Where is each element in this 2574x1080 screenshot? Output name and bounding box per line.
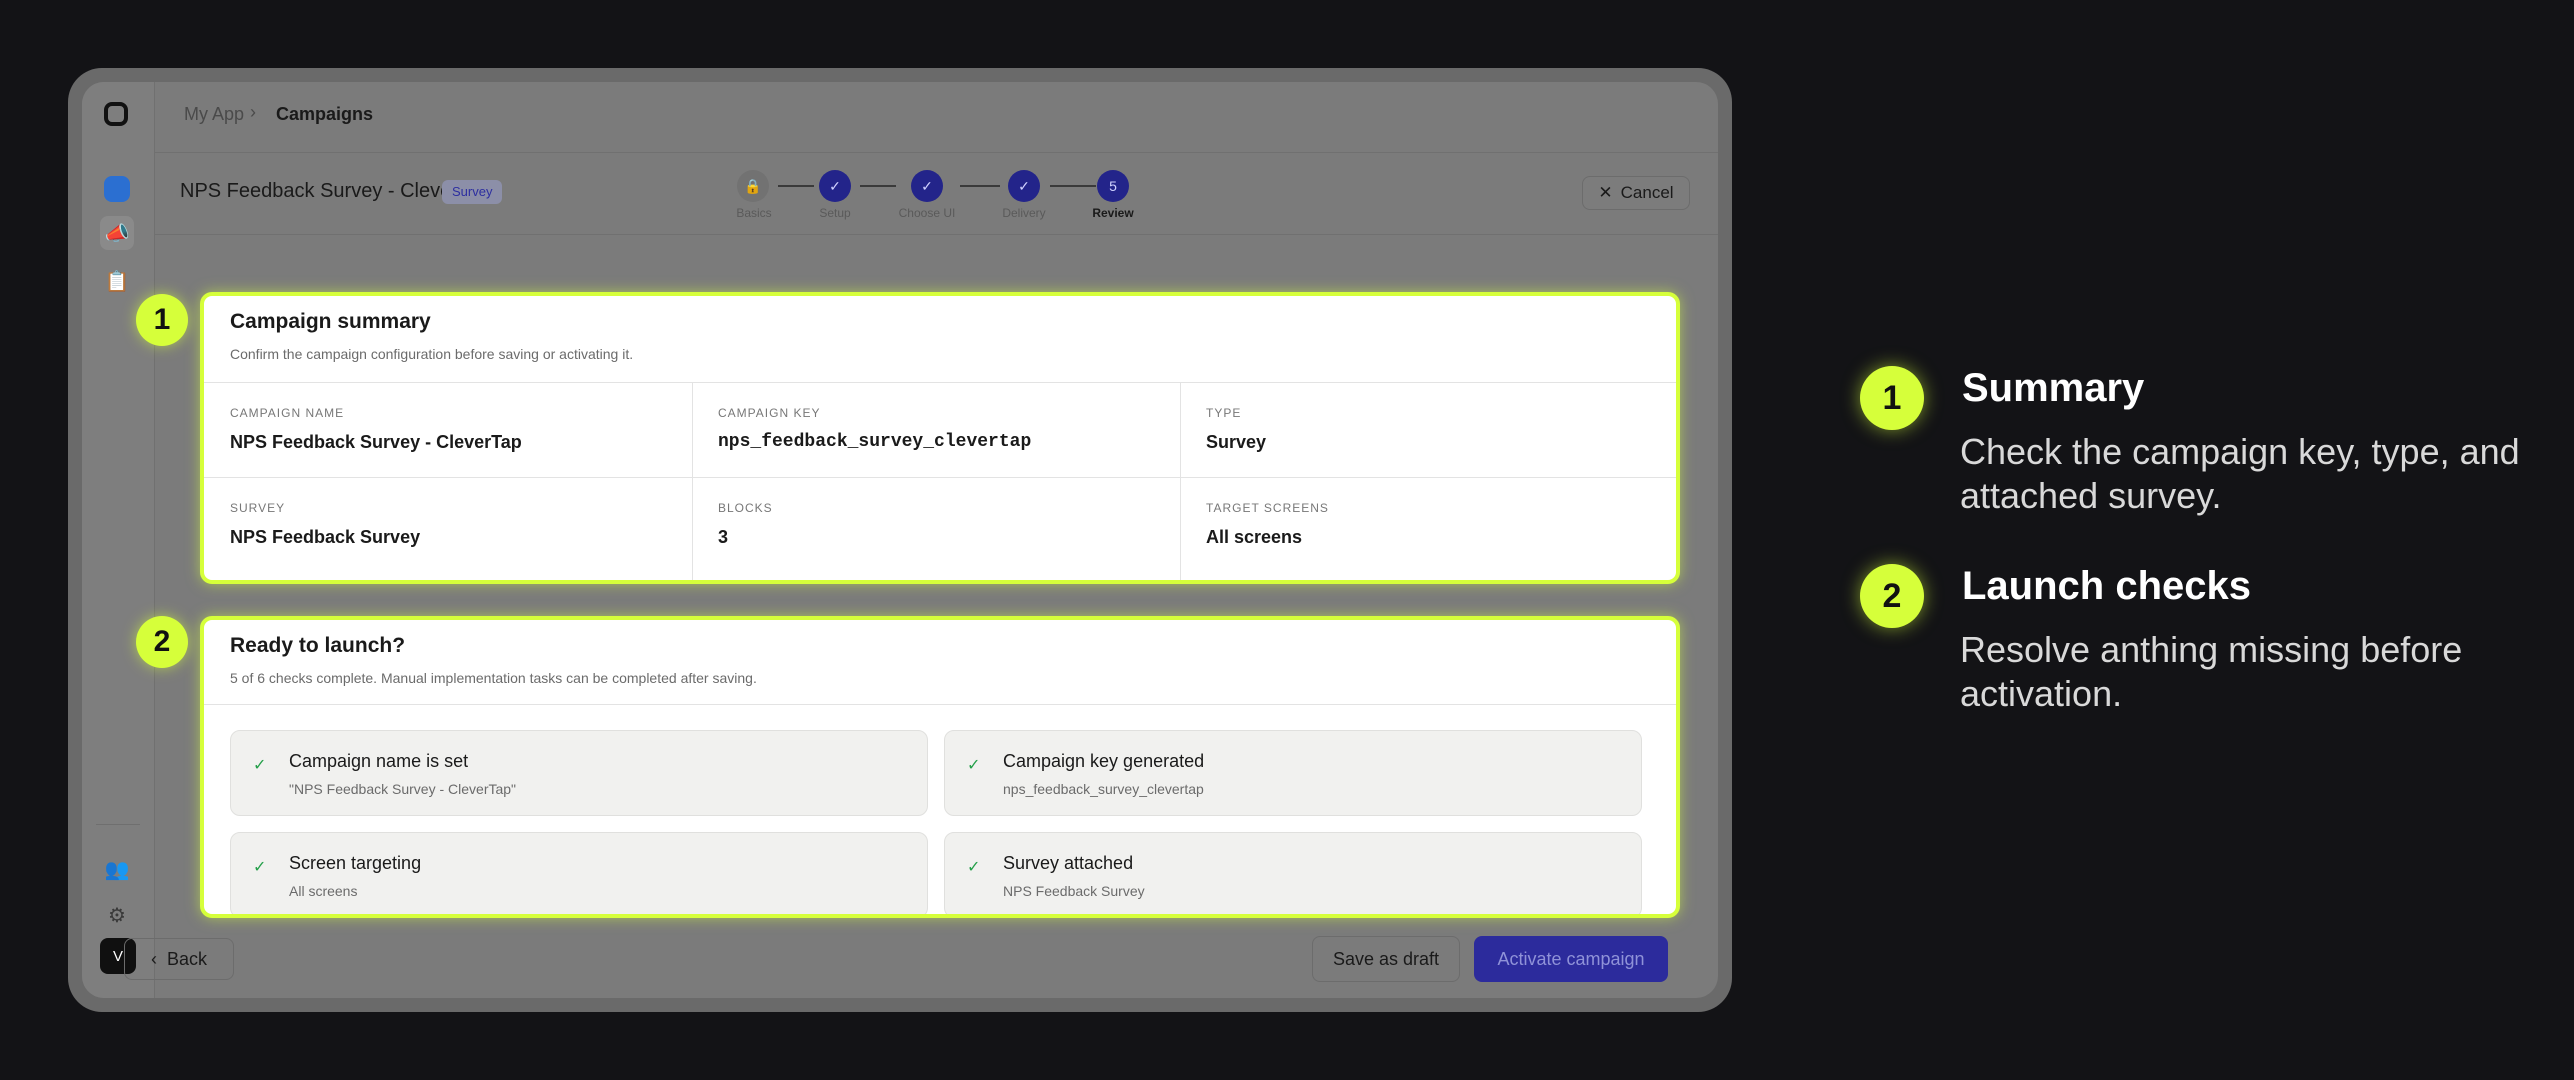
check-detail: nps_feedback_survey_clevertap — [1003, 781, 1204, 797]
icon-rail: 📣 📋 👥 ⚙ V — [82, 82, 155, 998]
step-label-review: Review — [1092, 206, 1134, 220]
check-title: Campaign key generated — [1003, 751, 1205, 771]
step-setup-check-icon[interactable]: ✓ — [819, 170, 851, 202]
chevron-right-icon: › — [250, 102, 256, 122]
app-logo-icon — [104, 102, 128, 126]
field-value: nps_feedback_survey_clevertap — [718, 432, 1032, 452]
legend-description-2: Resolve anthing missing before activatio… — [1960, 629, 2463, 714]
field-key: SURVEY — [230, 501, 286, 515]
check-title: Screen targeting — [289, 853, 422, 873]
close-icon: ✕ — [1598, 183, 1613, 202]
legend-description-1: Check the campaign key, type, and attach… — [1960, 431, 2520, 516]
legend-number-2: 2 — [1860, 564, 1924, 628]
summary-subtitle: Confirm the campaign configuration befor… — [230, 346, 634, 362]
callout-marker-2: 2 — [136, 616, 188, 668]
field-blocks: BLOCKS 3 — [692, 477, 1180, 571]
step-delivery-check-icon[interactable]: ✓ — [1008, 170, 1040, 202]
activate-campaign-button[interactable]: Activate campaign — [1474, 936, 1668, 982]
check-icon: ✓ — [253, 757, 267, 774]
users-icon[interactable]: 👥 — [100, 852, 134, 886]
back-label: Back — [166, 948, 208, 969]
field-value: Survey — [1206, 432, 1267, 452]
callout-marker-1: 1 — [136, 294, 188, 346]
field-campaign-key: CAMPAIGN KEY nps_feedback_survey_clevert… — [692, 382, 1180, 476]
field-type: TYPE Survey — [1180, 382, 1668, 476]
field-value: NPS Feedback Survey - CleverTap — [230, 432, 522, 452]
check-item: ✓ Campaign key generated nps_feedback_su… — [944, 730, 1642, 816]
check-item: ✓ Campaign name is set "NPS Feedback Sur… — [230, 730, 928, 816]
step-choose-ui-check-icon[interactable]: ✓ — [911, 170, 943, 202]
cancel-label: Cancel — [1620, 183, 1674, 202]
save-draft-button[interactable]: Save as draft — [1312, 936, 1460, 982]
field-key: CAMPAIGN KEY — [718, 406, 821, 420]
breadcrumb-current: Campaigns — [276, 104, 374, 124]
step-label-basics: Basics — [736, 206, 772, 220]
field-campaign-name: CAMPAIGN NAME NPS Feedback Survey - Clev… — [204, 382, 692, 476]
field-value: 3 — [718, 527, 729, 547]
check-detail: NPS Feedback Survey — [1003, 883, 1145, 899]
step-connector — [1050, 185, 1096, 187]
field-target-screens: TARGET SCREENS All screens — [1180, 477, 1668, 571]
check-icon: ✓ — [967, 757, 981, 774]
field-key: CAMPAIGN NAME — [230, 406, 345, 420]
legend-title-2: Launch checks — [1962, 564, 2252, 608]
check-item: ✓ Screen targeting All screens — [230, 832, 928, 914]
workspace-icon[interactable] — [104, 176, 130, 202]
settings-gear-icon[interactable]: ⚙ — [100, 898, 134, 932]
rail-divider — [96, 824, 140, 825]
back-button[interactable]: ‹ Back — [124, 938, 234, 980]
step-label-choose-ui: Choose UI — [898, 206, 956, 220]
chevron-left-icon: ‹ — [150, 948, 157, 969]
step-connector — [778, 185, 814, 187]
launch-title: Ready to launch? — [230, 634, 406, 657]
clipboard-icon[interactable]: 📋 — [100, 264, 134, 298]
step-label-setup: Setup — [819, 206, 851, 220]
step-connector — [960, 185, 1000, 187]
field-survey: SURVEY NPS Feedback Survey — [204, 477, 692, 571]
check-icon: ✓ — [967, 859, 981, 876]
launch-subtitle: 5 of 6 checks complete. Manual implement… — [230, 670, 757, 686]
check-icon: ✓ — [253, 859, 267, 876]
page-title: NPS Feedback Survey - Cleve... — [180, 180, 468, 202]
check-detail: All screens — [289, 883, 358, 899]
field-key: TYPE — [1206, 406, 1242, 420]
field-value: NPS Feedback Survey — [230, 527, 421, 547]
step-label-delivery: Delivery — [1002, 206, 1046, 220]
cancel-button[interactable]: ✕ Cancel — [1582, 176, 1690, 210]
summary-title: Campaign summary — [230, 310, 431, 333]
field-key: TARGET SCREENS — [1206, 501, 1329, 515]
divider — [204, 704, 1676, 705]
legend-title-1: Summary — [1962, 366, 2145, 410]
check-title: Survey attached — [1003, 853, 1134, 873]
breadcrumb-app[interactable]: My App — [184, 104, 244, 125]
campaign-summary-card: Campaign summary Confirm the campaign co… — [200, 292, 1680, 584]
step-connector — [860, 185, 896, 187]
check-item: ✓ Survey attached NPS Feedback Survey — [944, 832, 1642, 914]
check-title: Campaign name is set — [289, 751, 469, 771]
check-detail: "NPS Feedback Survey - CleverTap" — [289, 781, 517, 797]
launch-checks-card: Ready to launch? 5 of 6 checks complete.… — [200, 616, 1680, 918]
top-bar: My App › Campaigns — [154, 82, 1718, 153]
legend-number-1: 1 — [1860, 366, 1924, 430]
megaphone-icon[interactable]: 📣 — [100, 216, 134, 250]
type-badge: Survey — [442, 180, 503, 204]
field-key: BLOCKS — [718, 501, 773, 515]
step-basics-lock-icon[interactable]: 🔒 — [737, 170, 769, 202]
field-value: All screens — [1206, 527, 1303, 547]
step-review-number[interactable]: 5 — [1097, 170, 1129, 202]
